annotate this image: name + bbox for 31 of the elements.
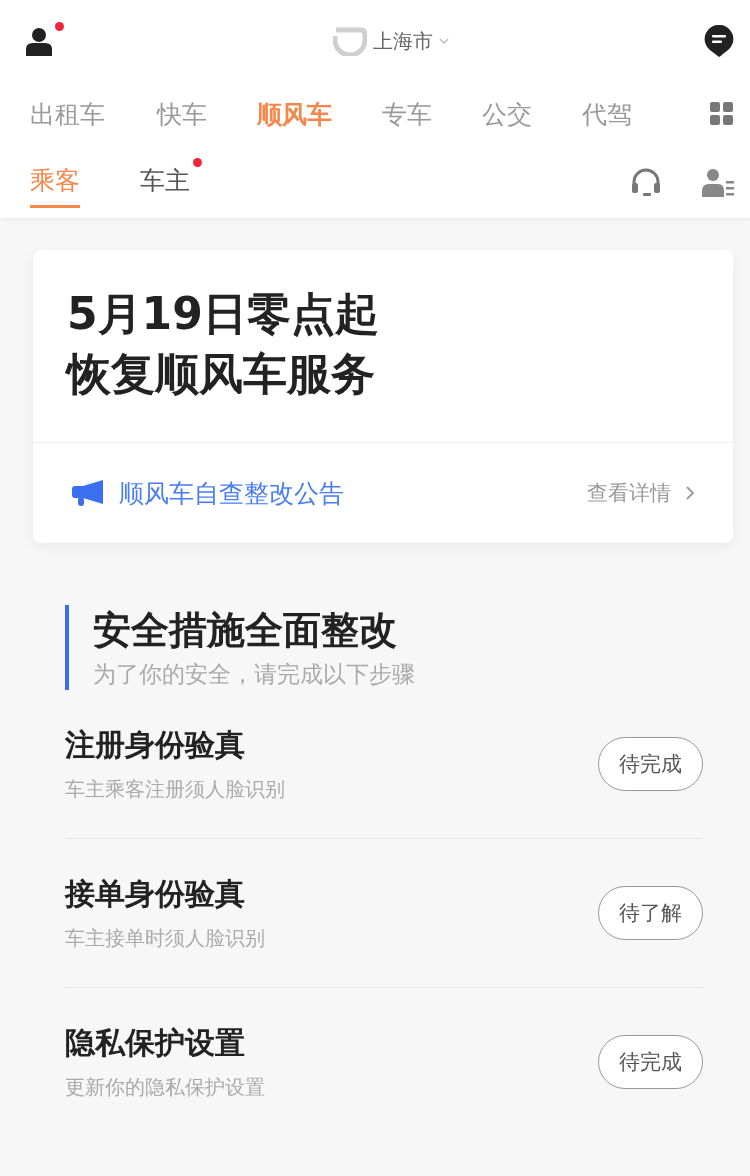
role-tab[interactable]: 车主 bbox=[140, 156, 190, 208]
service-tab[interactable]: 专车 bbox=[382, 97, 432, 131]
announcement-link[interactable]: 顺风车自查整改公告 bbox=[119, 476, 344, 510]
service-tab[interactable]: 快车 bbox=[157, 97, 207, 131]
step-description: 更新你的隐私保护设置 bbox=[65, 1074, 265, 1101]
message-icon[interactable] bbox=[704, 24, 734, 58]
service-tab[interactable]: 公交 bbox=[482, 97, 532, 131]
service-tab[interactable]: 顺风车 bbox=[257, 97, 332, 131]
grid-icon[interactable] bbox=[710, 102, 734, 126]
role-tab[interactable]: 乘客 bbox=[30, 156, 80, 208]
step-title: 接单身份验真 bbox=[65, 875, 246, 913]
chevron-right-icon[interactable] bbox=[685, 485, 695, 501]
logo-icon bbox=[333, 26, 367, 56]
user-list-icon[interactable] bbox=[702, 167, 734, 197]
headline-text: 恢复顺风车服务 bbox=[67, 347, 376, 401]
status-button[interactable]: 待了解 bbox=[598, 886, 703, 940]
headline-text: 5月19日零点起 bbox=[67, 287, 380, 341]
city-selector[interactable]: 上海市 bbox=[373, 27, 433, 55]
service-tab[interactable]: 代驾 bbox=[582, 97, 632, 131]
status-button[interactable]: 待完成 bbox=[598, 1035, 703, 1089]
step-title: 注册身份验真 bbox=[65, 726, 246, 764]
headset-icon[interactable] bbox=[630, 167, 662, 197]
status-button[interactable]: 待完成 bbox=[598, 737, 703, 791]
section-subtitle: 为了你的安全，请完成以下步骤 bbox=[93, 660, 416, 689]
step-description: 车主乘客注册须人脸识别 bbox=[65, 776, 285, 803]
service-tab[interactable]: 出租车 bbox=[30, 97, 105, 131]
step-title: 隐私保护设置 bbox=[65, 1024, 246, 1062]
megaphone-icon bbox=[71, 478, 105, 508]
section-title: 安全措施全面整改 bbox=[93, 607, 398, 654]
details-link[interactable]: 查看详情 bbox=[587, 479, 671, 507]
step-description: 车主接单时须人脸识别 bbox=[65, 925, 265, 952]
